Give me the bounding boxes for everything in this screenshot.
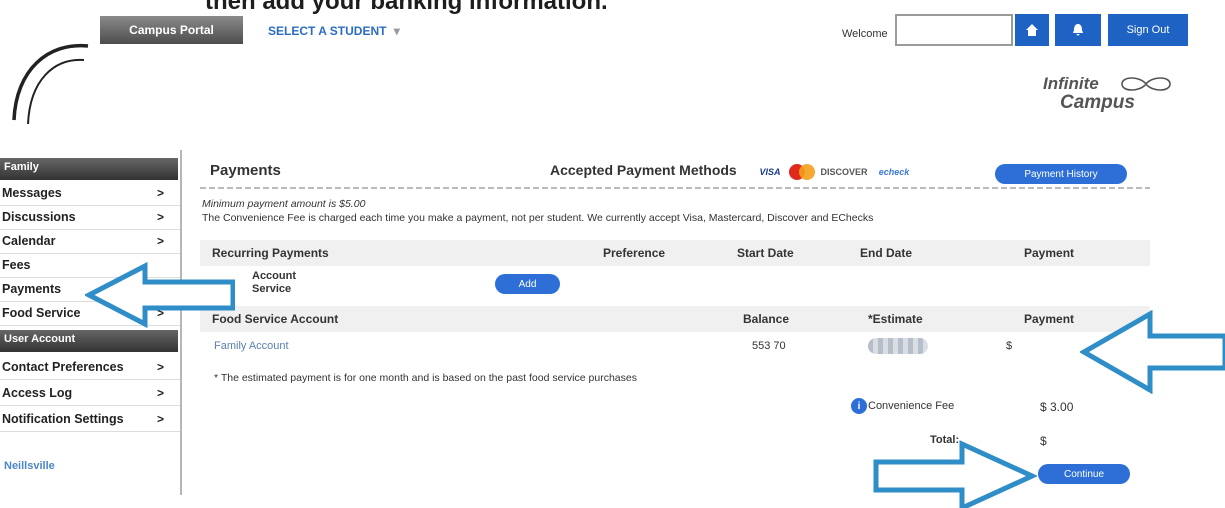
- continue-button[interactable]: Continue: [1038, 464, 1130, 484]
- sidebar-item-label: Food Service: [2, 306, 81, 320]
- chevron-right-icon: >: [156, 386, 164, 400]
- page-title: Payments: [210, 162, 281, 179]
- sidebar-family-header: Family: [0, 158, 178, 180]
- sidebar-item-label: Messages: [2, 186, 62, 200]
- col-preference: Preference: [603, 246, 666, 260]
- add-recurring-payment-button[interactable]: Add: [495, 274, 560, 294]
- chevron-right-icon: >: [156, 412, 164, 426]
- sidebar-item-discussions[interactable]: Discussions >: [0, 206, 180, 230]
- col-start-date: Start Date: [737, 246, 794, 260]
- infinite-campus-logo: Infinite Campus: [1040, 70, 1190, 116]
- col-estimate: *Estimate: [868, 312, 923, 326]
- sidebar-item-label: Calendar: [2, 234, 56, 248]
- estimate-value-redacted: [868, 338, 928, 354]
- welcome-username-box: [895, 14, 1013, 46]
- arrow-left-annotation-payments: [85, 262, 235, 328]
- convenience-fee-label: Convenience Fee: [868, 400, 955, 412]
- col-end-date: End Date: [860, 246, 913, 260]
- family-account-link[interactable]: Family Account: [214, 340, 289, 352]
- sidebar-item-label: Access Log: [2, 386, 73, 400]
- payment-amount-input[interactable]: $: [1006, 340, 1012, 352]
- home-button[interactable]: [1015, 14, 1049, 46]
- sidebar-user-account-header: User Account: [0, 330, 178, 352]
- recurring-service-label: Service: [252, 283, 292, 295]
- welcome-label: Welcome: [842, 28, 888, 40]
- discover-logo: DISCOVER: [820, 167, 868, 177]
- logo-text-campus: Campus: [1060, 92, 1135, 113]
- col-payment: Payment: [1024, 246, 1075, 260]
- page: then add your banking information. Campu…: [0, 0, 1225, 508]
- chevron-right-icon: >: [156, 210, 164, 224]
- col-payment: Payment: [1024, 312, 1075, 326]
- echeck-logo: echeck: [878, 167, 910, 177]
- sidebar-item-label: Fees: [2, 258, 31, 272]
- divider: [200, 187, 1150, 189]
- accepted-methods-label: Accepted Payment Methods: [550, 162, 737, 178]
- col-recurring-payments: Recurring Payments: [212, 246, 329, 260]
- minimum-payment-note: Minimum payment amount is $5.00: [202, 198, 366, 210]
- chevron-right-icon: >: [156, 234, 164, 248]
- sidebar-item-calendar[interactable]: Calendar >: [0, 230, 180, 254]
- campus-portal-tab[interactable]: Campus Portal: [100, 16, 243, 44]
- sidebar-item-access-log[interactable]: Access Log >: [0, 382, 180, 406]
- recurring-account-label: Account: [252, 270, 296, 282]
- sidebar-item-notification-settings[interactable]: Notification Settings >: [0, 408, 180, 432]
- sign-out-button[interactable]: Sign Out: [1108, 14, 1188, 46]
- estimate-footnote: * The estimated payment is for one month…: [214, 372, 637, 384]
- arrow-right-annotation-continue: [873, 440, 1037, 508]
- select-student-label: SELECT A STUDENT: [268, 24, 387, 38]
- mastercard-orange-circle: [799, 164, 815, 180]
- chevron-down-icon: ▾: [393, 24, 400, 38]
- sidebar-item-messages[interactable]: Messages >: [0, 182, 180, 206]
- campus-logo-arc: [12, 43, 89, 125]
- convenience-fee-note: The Convenience Fee is charged each time…: [202, 212, 874, 224]
- chevron-right-icon: >: [156, 360, 164, 374]
- home-icon: [1026, 24, 1038, 36]
- food-service-header: Food Service Account Balance *Estimate P…: [200, 306, 1150, 332]
- col-balance: Balance: [743, 312, 790, 326]
- sidebar-item-label: Payments: [2, 282, 62, 296]
- visa-logo: VISA: [759, 167, 781, 177]
- payment-history-button[interactable]: Payment History: [995, 164, 1127, 184]
- header: Campus Portal SELECT A STUDENT ▾ Welcome…: [0, 0, 1225, 125]
- infinity-logo-icon: [1121, 77, 1171, 91]
- arrow-left-annotation-payment-amount: [1080, 310, 1225, 394]
- bell-icon: [1073, 24, 1083, 36]
- total-amount: $: [1040, 434, 1047, 448]
- mastercard-logo: [789, 164, 815, 180]
- sidebar-item-label: Notification Settings: [2, 412, 124, 426]
- chevron-right-icon: >: [156, 186, 164, 200]
- district-link[interactable]: Neillsville: [4, 460, 55, 472]
- info-icon[interactable]: i: [851, 398, 867, 414]
- logo-text-infinite: Infinite: [1043, 74, 1099, 93]
- sidebar-item-contact-preferences[interactable]: Contact Preferences >: [0, 356, 180, 380]
- sidebar-item-label: Contact Preferences: [2, 360, 124, 374]
- convenience-fee-amount: $ 3.00: [1040, 400, 1074, 414]
- notifications-button[interactable]: [1055, 14, 1101, 46]
- balance-value: 553 70: [752, 340, 786, 352]
- sidebar-item-label: Discussions: [2, 210, 76, 224]
- recurring-payments-header: Recurring Payments Preference Start Date…: [200, 240, 1150, 266]
- select-student-dropdown[interactable]: SELECT A STUDENT ▾: [268, 24, 400, 38]
